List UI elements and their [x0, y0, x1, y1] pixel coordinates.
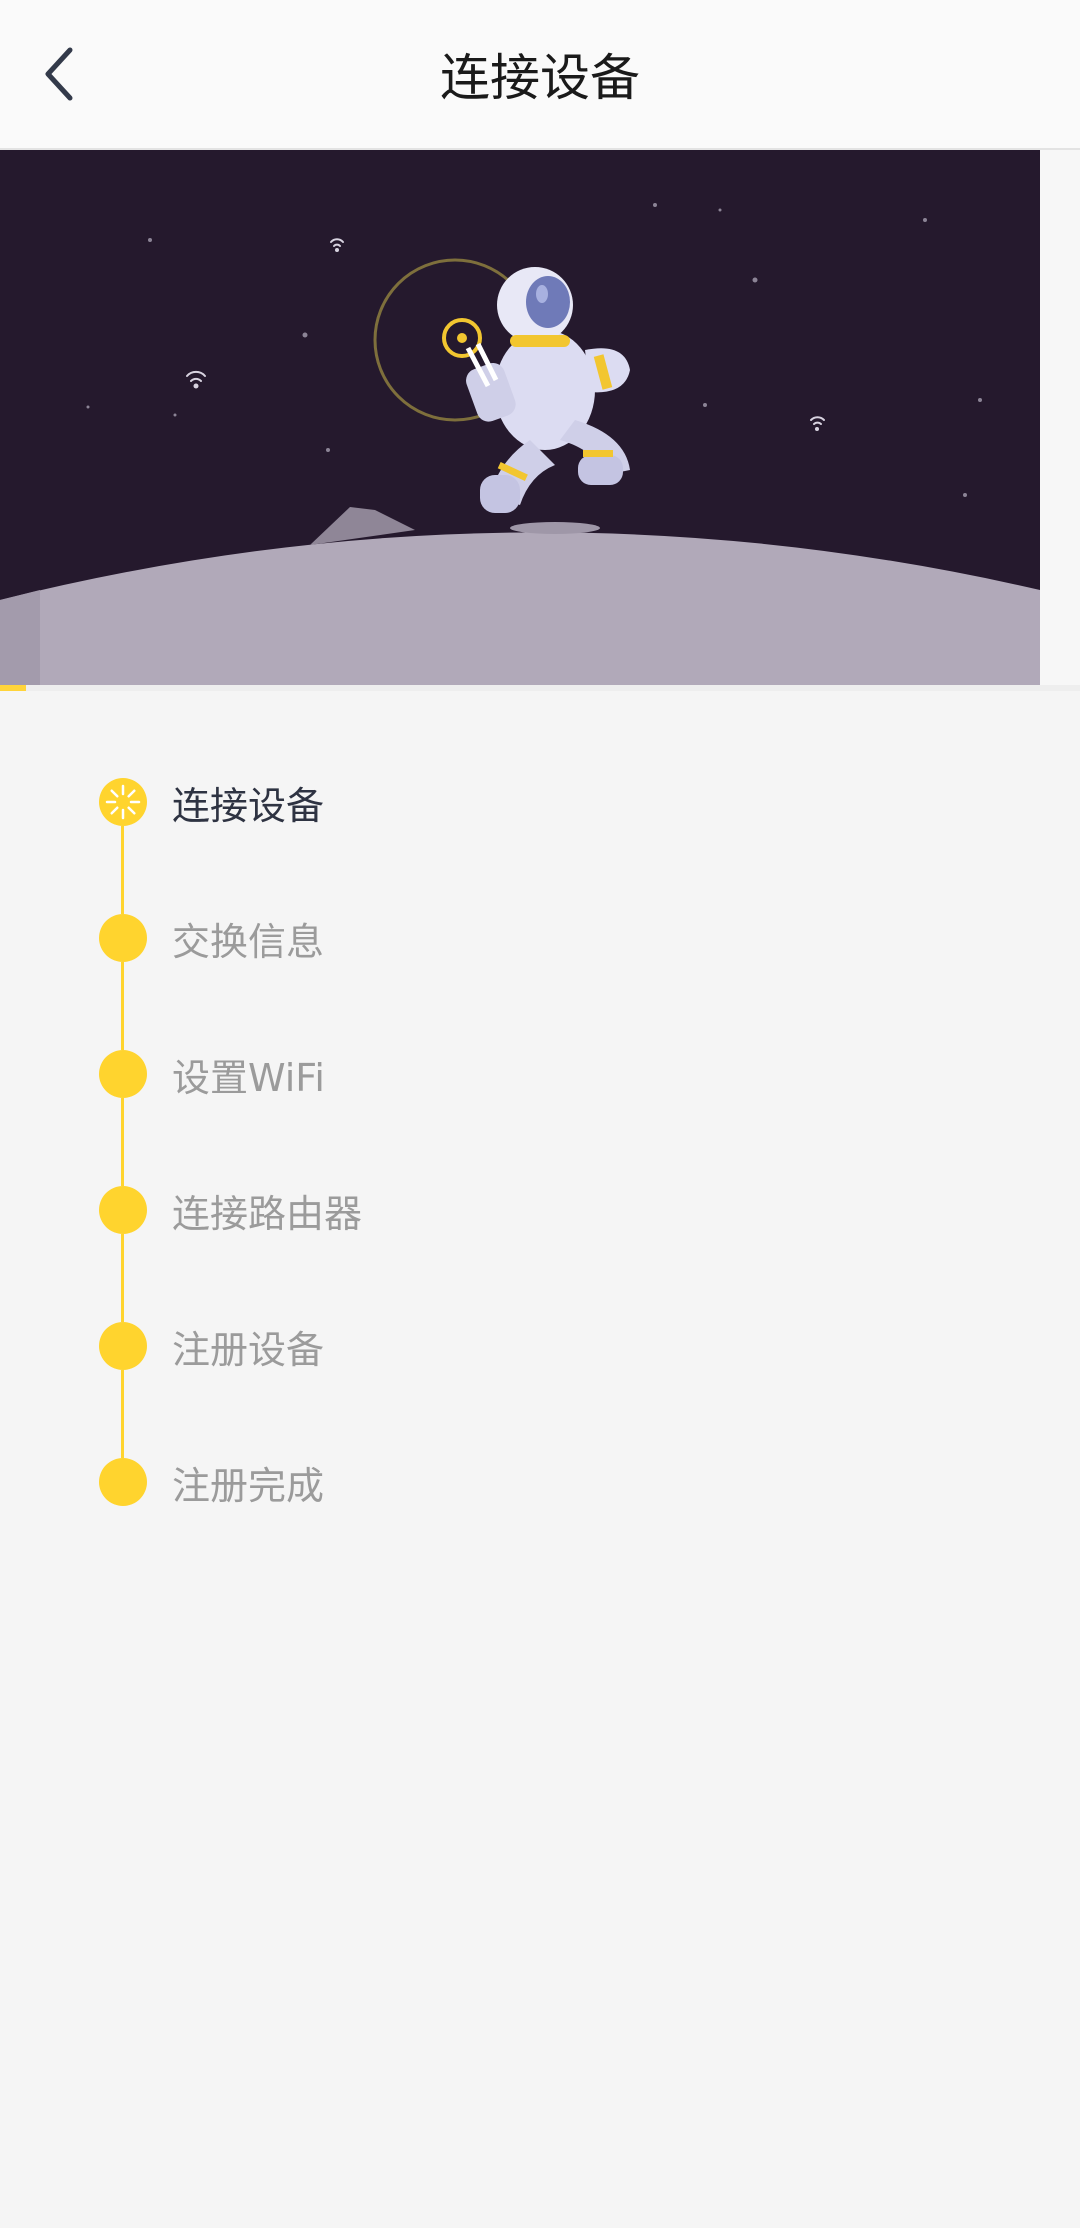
step-dot	[99, 914, 147, 962]
spinner-icon	[99, 778, 147, 826]
progress-bar	[0, 685, 1080, 691]
step-dot	[99, 1186, 147, 1234]
step-connect-router: 连接路由器	[0, 1170, 1080, 1322]
step-label: 连接路由器	[172, 1191, 363, 1236]
step-registration-complete: 注册完成	[0, 1442, 1080, 1578]
step-exchange-info: 交换信息	[0, 898, 1080, 1050]
hero-edge	[1040, 150, 1080, 685]
step-label: 注册设备	[172, 1327, 325, 1372]
astronaut-illustration	[0, 150, 1040, 685]
step-connect-device: 连接设备	[0, 762, 1080, 914]
progress-fill	[0, 685, 26, 691]
page-title: 连接设备	[440, 49, 640, 107]
step-dot	[99, 1050, 147, 1098]
app-header: 连接设备	[0, 0, 1080, 150]
step-dot	[99, 1322, 147, 1370]
step-label: 设置WiFi	[172, 1055, 325, 1100]
step-dot	[99, 1458, 147, 1506]
step-label: 连接设备	[172, 783, 325, 828]
connection-steps: 连接设备 交换信息 设置WiFi 连接路由器 注册设备 注册完成	[0, 762, 1080, 1578]
step-label: 注册完成	[172, 1463, 325, 1508]
step-set-wifi: 设置WiFi	[0, 1034, 1080, 1186]
step-label: 交换信息	[172, 919, 325, 964]
step-register-device: 注册设备	[0, 1306, 1080, 1458]
